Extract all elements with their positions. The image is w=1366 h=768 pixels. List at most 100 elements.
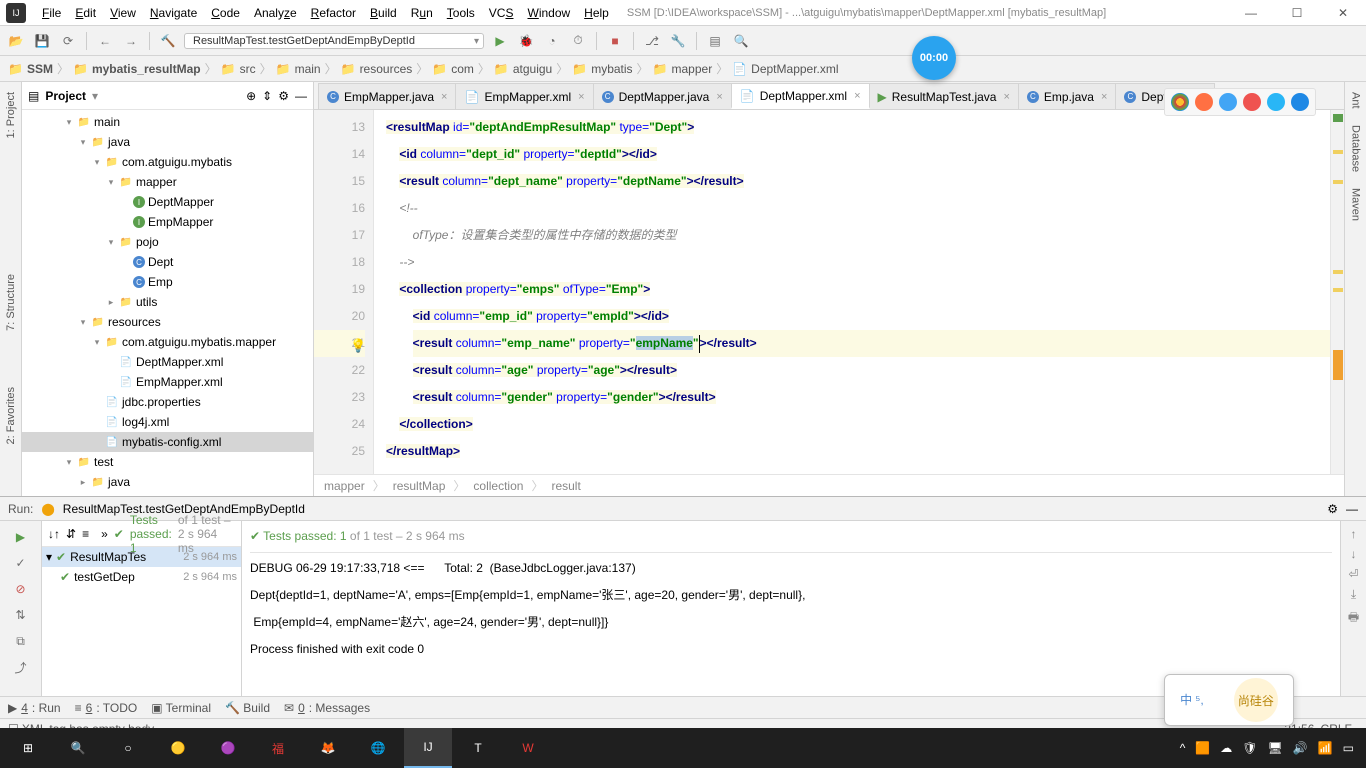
menu-tools[interactable]: Tools — [441, 3, 481, 23]
menu-view[interactable]: View — [104, 3, 142, 23]
run-config-select[interactable]: ResultMapTest.testGetDeptAndEmpByDeptId — [184, 33, 484, 49]
build-icon[interactable]: 🔨 — [158, 31, 178, 51]
tab-project[interactable]: 1: Project — [3, 88, 19, 142]
test-tree[interactable]: ↓↑⇵≡ » ✔Tests passed: 1 of 1 test – 2 s … — [42, 521, 242, 696]
menu-help[interactable]: Help — [578, 3, 615, 23]
chrome-icon[interactable] — [1171, 93, 1189, 111]
timer-bubble[interactable]: 00:00 — [912, 36, 956, 80]
run-icon[interactable]: ▶ — [490, 31, 510, 51]
profile-icon[interactable]: ⏱ — [568, 31, 588, 51]
project-tree[interactable]: ▾📁main▾📁java▾📁com.atguigu.mybatis▾📁mappe… — [22, 110, 313, 496]
tree-node[interactable]: CEmp — [22, 272, 313, 292]
cortana-icon[interactable]: ○ — [104, 728, 152, 768]
menu-analyze[interactable]: Analyze — [248, 3, 303, 23]
console-output[interactable]: ✔ Tests passed: 1 of 1 test – 2 s 964 ms… — [242, 521, 1340, 696]
target-icon[interactable]: ⊕ — [246, 89, 256, 103]
intellij-task[interactable]: IJ — [404, 728, 452, 768]
tree-node[interactable]: ▾📁main — [22, 112, 313, 132]
menu-edit[interactable]: Edit — [69, 3, 102, 23]
stop-run-icon[interactable]: ⊘ — [11, 579, 31, 599]
safari-icon[interactable] — [1219, 93, 1237, 111]
menu-vcs[interactable]: VCS — [483, 3, 520, 23]
project-title[interactable]: Project — [45, 89, 86, 103]
maximize-button[interactable]: ☐ — [1274, 0, 1320, 26]
ie-icon[interactable] — [1267, 93, 1285, 111]
hide-icon[interactable]: — — [295, 89, 307, 103]
up-icon[interactable]: ↑ — [1351, 527, 1357, 541]
tree-node[interactable]: CDept — [22, 252, 313, 272]
tree-node[interactable]: ▾📁com.atguigu.mybatis.mapper — [22, 332, 313, 352]
save-icon[interactable]: 💾 — [32, 31, 52, 51]
edge-icon[interactable] — [1291, 93, 1309, 111]
menu-refactor[interactable]: Refactor — [305, 3, 362, 23]
menu-build[interactable]: Build — [364, 3, 403, 23]
toggle-icon[interactable]: ✓ — [11, 553, 31, 573]
tab-build[interactable]: 🔨 Build — [225, 701, 270, 715]
gear-icon[interactable]: ⚙ — [1327, 502, 1338, 516]
layout-icon[interactable]: ⇅ — [11, 605, 31, 625]
tab-structure[interactable]: 7: Structure — [3, 270, 19, 335]
menu-window[interactable]: Window — [521, 3, 576, 23]
crumb-root[interactable]: 📁 SSM — [8, 62, 53, 76]
rerun-icon[interactable]: ▶ — [11, 527, 31, 547]
export-icon[interactable]: ⤴ — [11, 657, 31, 677]
menu-file[interactable]: File — [36, 3, 67, 23]
gear-icon[interactable]: ⚙ — [278, 89, 289, 103]
tree-node[interactable]: ▾📁pojo — [22, 232, 313, 252]
tree-node[interactable]: ▸📁utils — [22, 292, 313, 312]
minimize-button[interactable]: — — [1228, 0, 1274, 26]
close-button[interactable]: ✕ — [1320, 0, 1366, 26]
menu-navigate[interactable]: Navigate — [144, 3, 203, 23]
hide-run-icon[interactable]: — — [1346, 502, 1358, 516]
tree-node[interactable]: ▾📁test — [22, 452, 313, 472]
tree-node[interactable]: IEmpMapper — [22, 212, 313, 232]
menu-code[interactable]: Code — [205, 3, 246, 23]
tree-node[interactable]: 📄DeptMapper.xml — [22, 352, 313, 372]
debug-icon[interactable]: 🐞 — [516, 31, 536, 51]
editor-tab[interactable]: 📄DeptMapper.xml× — [731, 83, 870, 109]
tree-node[interactable]: IDeptMapper — [22, 192, 313, 212]
tree-node[interactable]: ▸📁java — [22, 472, 313, 492]
tab-ant[interactable]: Ant — [1348, 88, 1364, 113]
print-icon[interactable]: 🖶 — [1348, 608, 1359, 629]
vcs-icon[interactable]: ⎇ — [642, 31, 662, 51]
crumb-module[interactable]: 📁 mybatis_resultMap — [73, 62, 201, 76]
scroll-icon[interactable]: ⤓ — [1351, 587, 1356, 602]
search-icon[interactable]: 🔍 — [731, 31, 751, 51]
opera-icon[interactable] — [1243, 93, 1261, 111]
ime-panel[interactable]: 中 ⁵, 尚硅谷 — [1164, 674, 1294, 726]
editor-tab[interactable]: CDeptMapper.java× — [593, 83, 732, 109]
tab-database[interactable]: Database — [1348, 121, 1364, 176]
coverage-icon[interactable]: ◔ — [542, 31, 562, 51]
sync-icon[interactable]: ⟳ — [58, 31, 78, 51]
tab-todo[interactable]: ≡ 6: TODO — [75, 701, 138, 715]
editor-tab[interactable]: CEmpMapper.java× — [318, 83, 456, 109]
structure-icon[interactable]: ▤ — [705, 31, 725, 51]
tab-messages[interactable]: ✉ 0: Messages — [284, 701, 370, 715]
tree-node[interactable]: ▾📁java — [22, 132, 313, 152]
tree-node[interactable]: 📄jdbc.properties — [22, 392, 313, 412]
tab-favorites[interactable]: 2: Favorites — [3, 383, 19, 448]
editor-tab[interactable]: CEmp.java× — [1018, 83, 1116, 109]
system-tray[interactable]: ^🟧☁🛡🖥🔊📶▭ — [1180, 741, 1362, 755]
menu-run[interactable]: Run — [405, 3, 439, 23]
tree-node[interactable]: 📄log4j.xml — [22, 412, 313, 432]
wrap-icon[interactable]: ⏎ — [1348, 567, 1358, 581]
settings-icon[interactable]: 🔧 — [668, 31, 688, 51]
tree-node[interactable]: ▾📁mapper — [22, 172, 313, 192]
stop-icon[interactable]: ■ — [605, 31, 625, 51]
tree-node[interactable]: ▾📁resources — [22, 312, 313, 332]
firefox-icon[interactable] — [1195, 93, 1213, 111]
forward-icon[interactable]: → — [121, 31, 141, 51]
code-area[interactable]: <resultMap id="deptAndEmpResultMap" type… — [374, 110, 1330, 474]
pin-icon[interactable]: ⧉ — [11, 631, 31, 651]
tab-terminal[interactable]: ▣ Terminal — [151, 701, 211, 715]
start-button[interactable]: ⊞ — [4, 728, 52, 768]
editor-tab[interactable]: 📄EmpMapper.xml× — [455, 83, 593, 109]
tree-node[interactable]: 📄EmpMapper.xml — [22, 372, 313, 392]
error-stripe[interactable] — [1330, 110, 1344, 474]
collapse-icon[interactable]: ⇕ — [262, 89, 272, 103]
down-icon[interactable]: ↓ — [1351, 547, 1357, 561]
tree-node[interactable]: 📄mybatis-config.xml — [22, 432, 313, 452]
tab-maven[interactable]: Maven — [1348, 184, 1364, 225]
